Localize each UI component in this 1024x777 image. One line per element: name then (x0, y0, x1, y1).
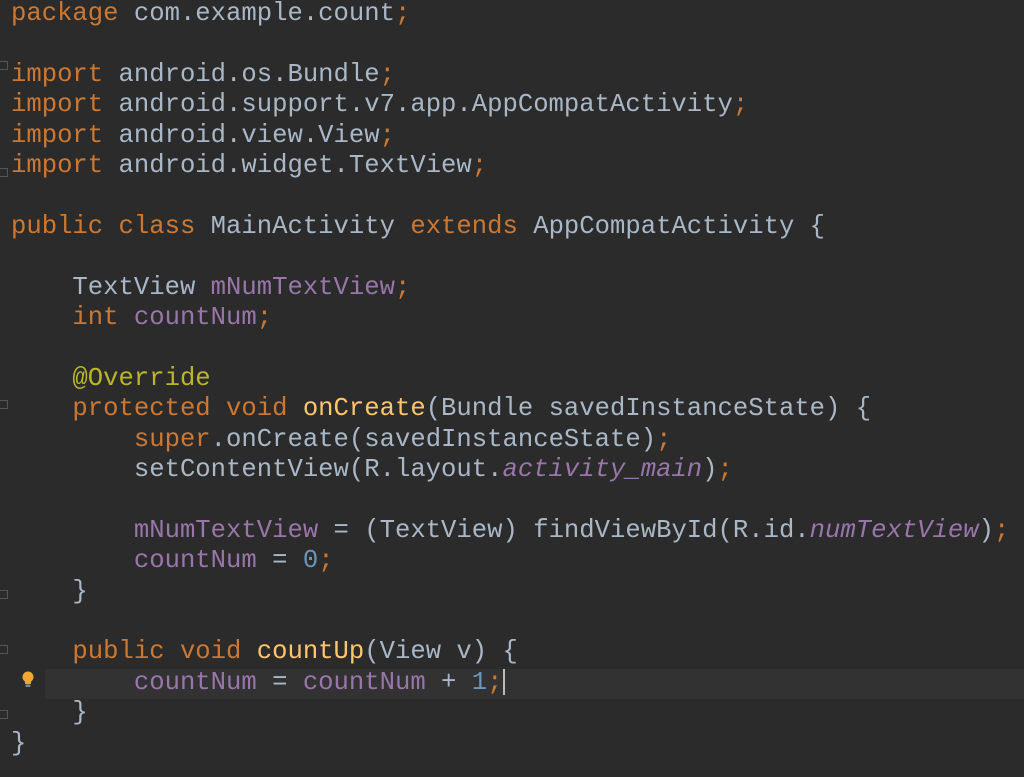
code-line[interactable]: } (11, 576, 88, 607)
code-token: ; (379, 120, 395, 150)
code-line[interactable]: super.onCreate(savedInstanceState); (11, 424, 672, 455)
code-token: setContentView(R.layout. (11, 455, 503, 484)
fold-marker-icon[interactable] (0, 168, 8, 177)
code-line[interactable]: countNum = countNum + 1; (11, 668, 505, 698)
code-token: import (11, 90, 104, 120)
code-token: + (425, 667, 472, 697)
code-token: ; (471, 151, 488, 180)
code-line[interactable]: TextView mNumTextView; (11, 273, 410, 303)
code-token: import (11, 59, 104, 89)
code-line[interactable]: public class MainActivity extends AppCom… (11, 212, 825, 242)
code-token: .onCreate(savedInstanceState) (210, 424, 657, 454)
code-editor[interactable]: package com.example.count; import android… (0, 0, 1024, 777)
code-line[interactable]: protected void onCreate(Bundle savedInst… (11, 394, 871, 424)
code-token: android.support.v7.app.AppCompatActivity (103, 90, 733, 120)
code-token: countNum (11, 667, 257, 697)
code-token: } (11, 728, 27, 758)
code-token: ; (487, 667, 503, 697)
code-token: android.view.View (103, 120, 380, 150)
code-token: android.widget.TextView (103, 151, 472, 180)
code-token: android.os.Bundle (103, 59, 380, 89)
code-token: (Bundle savedInstanceState) { (425, 394, 872, 424)
code-line[interactable]: } (11, 729, 26, 759)
code-token: ; (394, 272, 411, 302)
code-token: countUp (256, 637, 365, 667)
code-line[interactable]: package com.example.count; (11, 0, 410, 29)
code-token: AppCompatActivity { (517, 211, 826, 241)
fold-marker-icon[interactable] (0, 710, 8, 719)
code-token: 1 (471, 667, 488, 697)
code-token: 0 (302, 546, 319, 576)
code-token: = (256, 546, 303, 576)
code-token: ) (978, 515, 994, 545)
code-line[interactable]: public void countUp(View v) { (11, 637, 518, 667)
code-token: activity_main (502, 455, 703, 484)
code-token: ; (256, 303, 273, 332)
code-token: } (11, 576, 88, 606)
code-token: import (11, 120, 104, 150)
fold-marker-icon[interactable] (0, 645, 8, 654)
fold-marker-icon[interactable] (0, 590, 8, 599)
code-line[interactable]: } (11, 698, 88, 728)
code-token: com.example.count (118, 0, 395, 28)
code-line[interactable]: @Override (11, 363, 211, 394)
code-token: mNumTextView (210, 272, 395, 302)
code-token: ; (656, 424, 672, 454)
code-token: mNumTextView (11, 515, 319, 545)
code-line[interactable]: mNumTextView = (TextView) findViewById(R… (11, 516, 1009, 546)
code-line[interactable]: setContentView(R.layout.activity_main); (11, 455, 733, 485)
code-line[interactable]: int countNum; (11, 303, 272, 333)
text-cursor (502, 669, 505, 696)
code-token: ; (318, 546, 334, 576)
code-line[interactable]: import android.widget.TextView; (11, 151, 487, 181)
code-token: MainActivity (195, 211, 411, 241)
code-token: ; (993, 515, 1010, 545)
code-token: = (TextView) findViewById(R.id. (318, 515, 810, 545)
code-line[interactable]: countNum = 0; (11, 546, 334, 576)
code-token: (View v) { (364, 637, 518, 667)
code-line[interactable]: import android.view.View; (11, 121, 395, 151)
code-token: = (256, 667, 303, 697)
code-line[interactable]: import android.os.Bundle; (11, 60, 395, 90)
code-token: ; (394, 0, 411, 28)
code-token: super (11, 424, 211, 454)
code-token: import (11, 151, 104, 180)
code-token: countNum (302, 667, 426, 697)
code-line[interactable]: import android.support.v7.app.AppCompatA… (11, 90, 748, 120)
code-token: int (11, 303, 119, 332)
code-token: public void (11, 637, 242, 667)
fold-marker-icon[interactable] (0, 400, 8, 409)
code-token: ; (732, 90, 749, 120)
code-token: extends (410, 211, 518, 241)
code-token: onCreate (302, 394, 426, 424)
code-token: countNum (11, 546, 257, 576)
code-token: ; (717, 455, 733, 484)
code-token: protected void (11, 394, 288, 424)
code-token: ) (702, 455, 718, 484)
code-token: countNum (133, 303, 257, 332)
code-token: public class (11, 211, 196, 241)
fold-marker-icon[interactable] (0, 61, 8, 70)
code-token: numTextView (809, 515, 979, 545)
code-token: ; (379, 59, 395, 89)
code-token: } (11, 698, 88, 728)
code-token: package (11, 0, 119, 28)
code-token: TextView (11, 272, 211, 302)
code-token: @Override (11, 363, 211, 393)
